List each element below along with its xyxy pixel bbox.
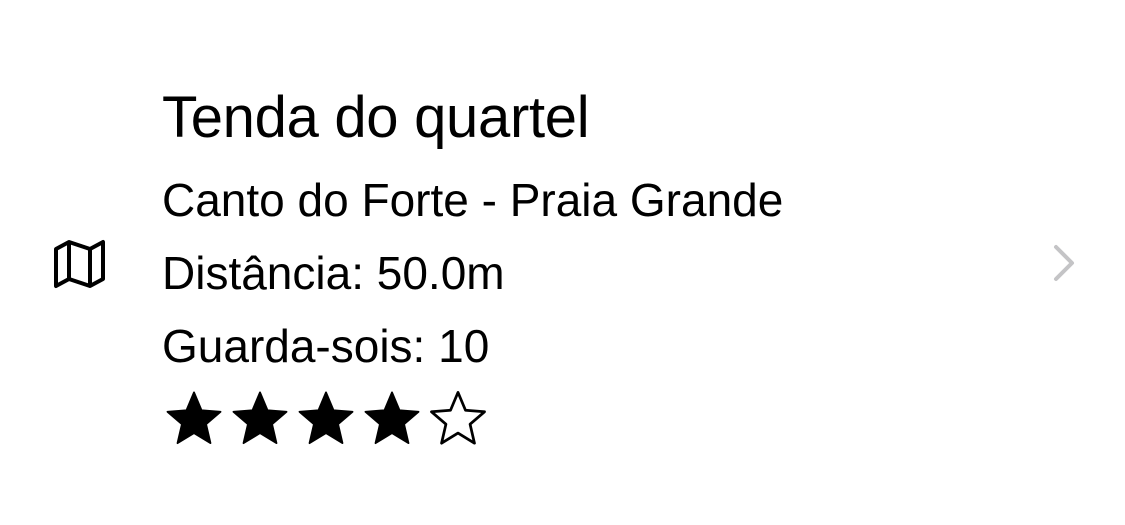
row-distance: Distância: 50.0m <box>162 247 505 299</box>
star-filled-icon <box>360 385 424 455</box>
chevron-right-icon <box>1050 243 1078 283</box>
tenda-list-row[interactable]: Tenda do quartel Canto do Forte - Praia … <box>0 0 1125 525</box>
map-icon <box>52 238 108 290</box>
row-address: Canto do Forte - Praia Grande <box>162 174 784 226</box>
rating-stars <box>162 385 490 455</box>
star-filled-icon <box>294 385 358 455</box>
star-empty-icon <box>426 385 490 455</box>
row-umbrella-count: Guarda-sois: 10 <box>162 320 490 372</box>
star-filled-icon <box>228 385 292 455</box>
row-title: Tenda do quartel <box>162 85 590 150</box>
star-filled-icon <box>162 385 226 455</box>
